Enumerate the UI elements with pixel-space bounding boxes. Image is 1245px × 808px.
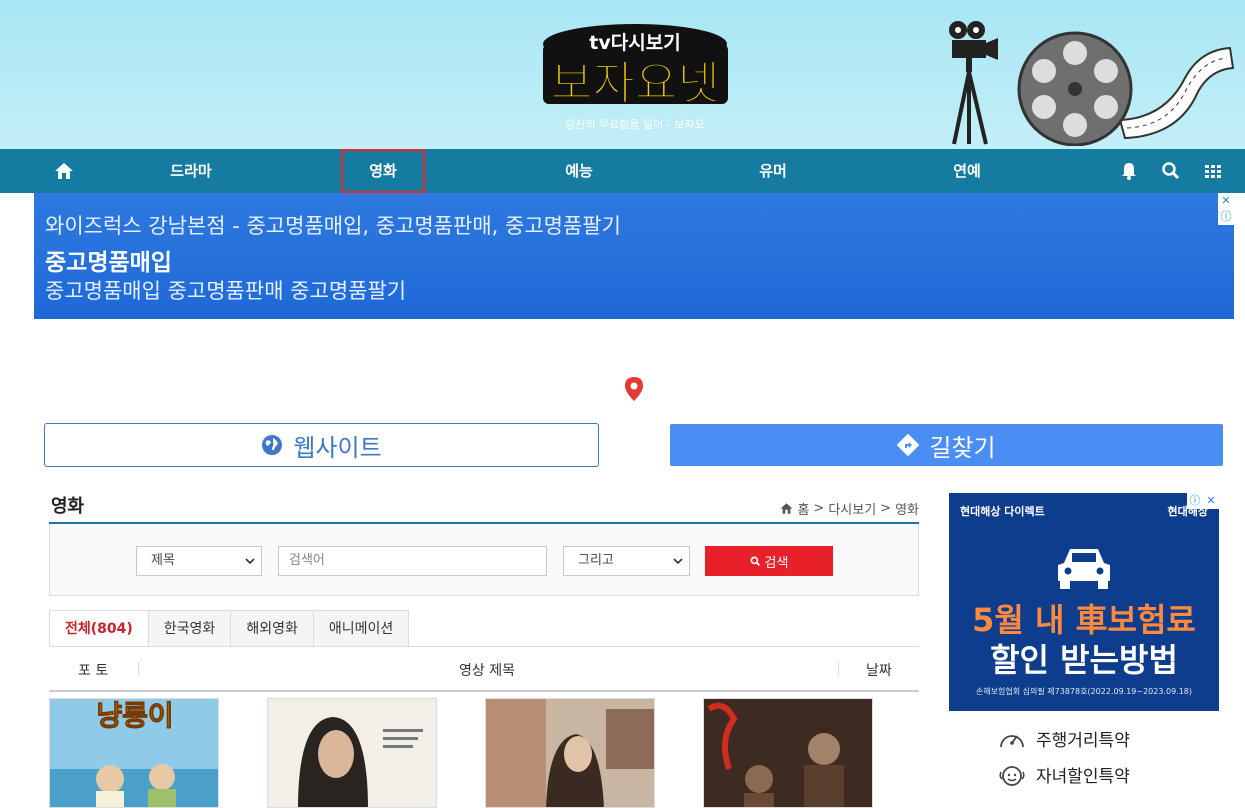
side-ad-controls: ⓘ ✕ xyxy=(1187,493,1219,509)
search-button-label: 검색 xyxy=(764,555,789,571)
chevron-down-icon xyxy=(673,558,683,565)
side-ad-close-icon[interactable]: ✕ xyxy=(1203,493,1219,509)
tab-all[interactable]: 전체(804) xyxy=(49,610,149,647)
nav-item-drama[interactable]: 드라마 xyxy=(149,149,233,193)
side-ad-brand: 현대해상 다이렉트 xyxy=(960,505,1045,518)
tab-foreign-movies[interactable]: 해외영화 xyxy=(231,610,314,647)
column-header-date: 날짜 xyxy=(866,663,892,679)
column-separator xyxy=(838,662,839,676)
poster-image xyxy=(268,699,436,807)
side-ad-banner[interactable]: 현대해상 다이렉트 현대해상 5월 내 車보험료 할인 받는방법 손해보험협회 … xyxy=(949,493,1219,711)
ad-description: 중고명품매입 중고명품판매 중고명품팔기 xyxy=(45,279,407,303)
search-field-select[interactable]: 제목 xyxy=(136,546,262,576)
tab-animation[interactable]: 애니메이션 xyxy=(313,610,410,647)
breadcrumb-current[interactable]: 영화 xyxy=(895,499,919,518)
directions-button-label: 길찾기 xyxy=(929,433,996,462)
svg-text:냥룽이: 냥룽이 xyxy=(96,699,173,732)
side-ad-fine-print: 손해보험협회 심의필 제73878호(2022.09.19~2023.09.18… xyxy=(975,687,1193,696)
side-link-mileage[interactable]: 주행거리특약 xyxy=(998,726,1130,751)
table-header-divider xyxy=(49,690,919,692)
tabs-divider xyxy=(49,646,919,647)
search-field-select-value: 제목 xyxy=(151,553,175,568)
globe-icon xyxy=(262,435,283,455)
home-icon[interactable] xyxy=(54,161,74,181)
ad-controls: ✕ ⓘ xyxy=(1218,193,1234,225)
breadcrumb-separator: > xyxy=(880,501,892,516)
map-pin-icon xyxy=(625,377,643,401)
column-header-photo: 포 토 xyxy=(78,663,109,679)
ad-close-icon[interactable]: ✕ xyxy=(1218,193,1234,209)
search-operator-select[interactable]: 그리고 xyxy=(563,546,690,576)
website-button[interactable]: 웹사이트 xyxy=(44,423,599,467)
speedometer-icon xyxy=(1000,734,1024,747)
bell-icon[interactable] xyxy=(1119,161,1139,181)
movie-poster[interactable] xyxy=(267,698,437,808)
movie-poster[interactable] xyxy=(703,698,873,808)
page-title: 영화 xyxy=(51,496,85,517)
search-button[interactable]: 검색 xyxy=(705,546,833,576)
search-icon[interactable] xyxy=(1161,161,1181,181)
nav-item-variety[interactable]: 예능 xyxy=(537,149,621,193)
movie-poster[interactable]: 냥룽이 xyxy=(49,698,219,808)
tab-korean-movies[interactable]: 한국영화 xyxy=(148,610,232,647)
breadcrumb: 홈 > 다시보기 > 영화 xyxy=(780,499,919,518)
category-tabs: 전체(804) 한국영화 해외영화 애니메이션 xyxy=(49,610,410,647)
ad-title: 중고명품매입 xyxy=(45,250,172,276)
poster-image xyxy=(704,699,872,807)
nav-item-movie[interactable]: 영화 xyxy=(341,149,425,193)
poster-image xyxy=(486,699,654,807)
ad-headline: 와이즈럭스 강남본점 - 중고명품매입, 중고명품판매, 중고명품팔기 xyxy=(45,214,621,238)
film-reel-icon xyxy=(1017,31,1235,146)
grid-menu-icon[interactable] xyxy=(1203,161,1223,181)
svg-text:보자요넷: 보자요넷 xyxy=(550,56,719,110)
side-link-child-discount[interactable]: 자녀할인특약 xyxy=(998,762,1130,787)
directions-button[interactable]: 길찾기 xyxy=(670,424,1223,466)
website-button-label: 웹사이트 xyxy=(293,433,382,462)
movie-poster[interactable] xyxy=(485,698,655,808)
chevron-down-icon xyxy=(245,558,255,565)
breadcrumb-separator: > xyxy=(813,501,825,516)
column-header-title: 영상 제목 xyxy=(459,663,515,679)
breadcrumb-home[interactable]: 홈 xyxy=(797,499,809,518)
site-header: tv다시보기 보자요넷 당신의 무료함을 덜어 - 보자요 xyxy=(0,0,1245,149)
svg-text:tv다시보기: tv다시보기 xyxy=(589,32,680,54)
column-separator xyxy=(138,662,139,676)
search-panel: 제목 검색어 그리고 검색 xyxy=(49,524,919,596)
directions-icon xyxy=(897,434,920,456)
search-input[interactable]: 검색어 xyxy=(278,546,547,576)
ad-banner[interactable]: 와이즈럭스 강남본점 - 중고명품매입, 중고명품판매, 중고명품팔기 중고명품… xyxy=(34,193,1234,319)
search-icon xyxy=(750,556,760,566)
poster-image: 냥룽이 xyxy=(50,699,218,807)
side-ad-info-icon[interactable]: ⓘ xyxy=(1187,493,1203,509)
site-tagline: 당신의 무료함을 덜어 - 보자요 xyxy=(565,118,705,131)
nav-item-entertainment[interactable]: 연예 xyxy=(925,149,1009,193)
home-icon xyxy=(781,503,793,514)
nav-item-humor[interactable]: 유머 xyxy=(731,149,815,193)
site-logo[interactable]: tv다시보기 보자요넷 xyxy=(533,22,738,112)
car-icon xyxy=(1058,549,1110,589)
movie-camera-icon xyxy=(949,21,998,145)
search-operator-value: 그리고 xyxy=(578,553,614,568)
child-face-icon xyxy=(999,765,1025,786)
ad-info-icon[interactable]: ⓘ xyxy=(1218,209,1234,225)
breadcrumb-rewatch[interactable]: 다시보기 xyxy=(828,499,876,518)
side-ad-subheadline: 할인 받는방법 xyxy=(990,641,1178,679)
side-link-child-discount-label: 자녀할인특약 xyxy=(1036,767,1130,787)
side-link-mileage-label: 주행거리특약 xyxy=(1036,731,1130,751)
main-nav: 드라마 영화 예능 유머 연예 xyxy=(0,149,1245,193)
